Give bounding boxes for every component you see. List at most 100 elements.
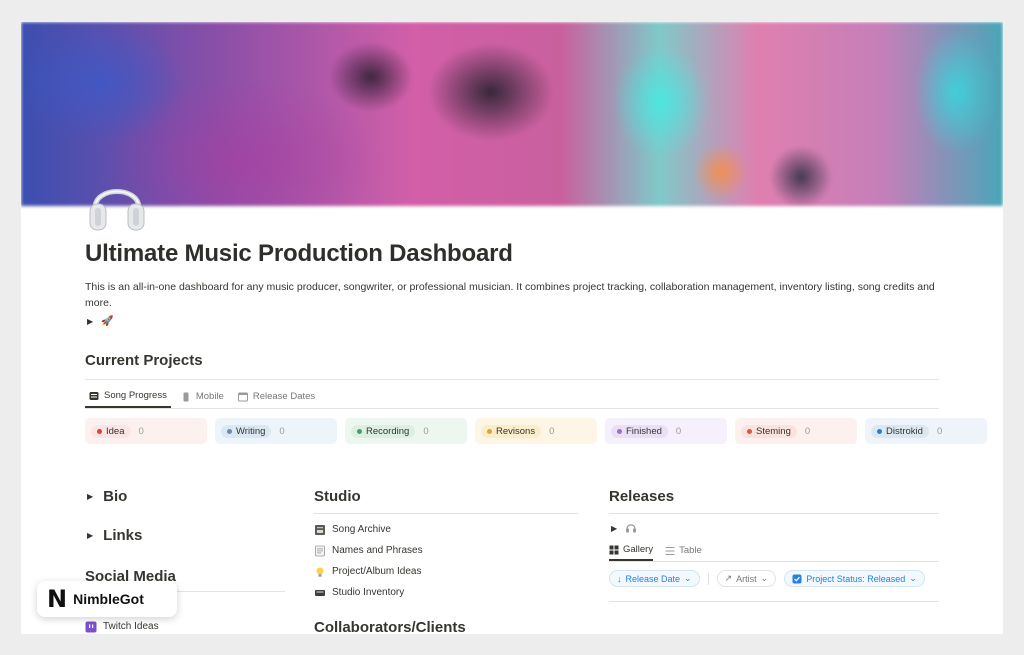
list-item-studio-inventory[interactable]: Studio Inventory bbox=[314, 582, 578, 603]
toggle-triangle-icon[interactable]: ▶ bbox=[611, 524, 617, 533]
cover-image[interactable] bbox=[21, 22, 1003, 206]
tab-song-progress[interactable]: Song Progress bbox=[85, 390, 171, 408]
rocket-toggle[interactable]: ▶ 🚀 bbox=[87, 316, 114, 327]
archive-icon bbox=[315, 524, 325, 535]
column-count: 0 bbox=[936, 425, 943, 437]
filter-release-date[interactable]: ↓ Release Date ⌄ bbox=[609, 570, 700, 587]
studio-section: Studio Song Archive Names and Phrases Pr… bbox=[314, 488, 578, 634]
arrow-icon: ↗ bbox=[724, 573, 733, 583]
releases-section: Releases ▶ Gallery Table ↓ Release Date … bbox=[609, 488, 939, 602]
tab-release-dates[interactable]: Release Dates bbox=[234, 390, 319, 408]
status-label: Recording bbox=[366, 425, 410, 437]
item-label: Studio Inventory bbox=[332, 587, 405, 598]
phone-icon bbox=[183, 392, 189, 401]
status-badge[interactable]: Revisons bbox=[481, 424, 542, 438]
status-label: Idea bbox=[106, 425, 125, 437]
item-label: Names and Phrases bbox=[332, 545, 423, 556]
board-column[interactable]: Revisons 0 bbox=[475, 418, 597, 444]
column-count: 0 bbox=[804, 425, 811, 437]
filter-label: Release Date bbox=[625, 573, 681, 584]
nimblegot-logo: N bbox=[47, 585, 68, 613]
status-badge[interactable]: Recording bbox=[351, 424, 416, 438]
status-badge[interactable]: Writing bbox=[221, 424, 272, 438]
releases-tabs: Gallery Table bbox=[609, 544, 939, 561]
tab-mobile[interactable]: Mobile bbox=[177, 390, 228, 408]
page-title[interactable]: Ultimate Music Production Dashboard bbox=[85, 240, 513, 268]
studio-heading[interactable]: Studio bbox=[314, 488, 578, 505]
releases-heading[interactable]: Releases bbox=[609, 488, 939, 505]
current-projects-heading[interactable]: Current Projects bbox=[85, 352, 203, 369]
links-label: Links bbox=[103, 527, 143, 544]
divider bbox=[609, 513, 939, 514]
watermark-badge: N NimbleGot bbox=[37, 581, 177, 617]
board-column[interactable]: Steming 0 bbox=[735, 418, 857, 444]
board-column[interactable]: Recording 0 bbox=[345, 418, 467, 444]
gallery-icon bbox=[609, 545, 619, 554]
status-dot-icon bbox=[747, 428, 752, 434]
status-label: Steming bbox=[756, 425, 791, 437]
chevron-down-icon: ⌄ bbox=[684, 573, 692, 583]
status-badge[interactable]: Steming bbox=[741, 424, 797, 438]
page-description[interactable]: This is an all-in-one dashboard for any … bbox=[85, 279, 945, 311]
toggle-triangle-icon[interactable]: ▶ bbox=[87, 492, 93, 501]
tab-label: Mobile bbox=[195, 391, 224, 402]
status-label: Writing bbox=[236, 425, 266, 437]
status-label: Finished bbox=[626, 425, 662, 437]
table-icon bbox=[665, 546, 675, 555]
chevron-down-icon: ⌄ bbox=[909, 573, 917, 583]
item-label: Song Archive bbox=[332, 524, 391, 535]
list-item-song-archive[interactable]: Song Archive bbox=[314, 519, 578, 540]
list-item-project-album-ideas[interactable]: Project/Album Ideas bbox=[314, 561, 578, 582]
board-column[interactable]: Distrokid 0 bbox=[865, 418, 987, 444]
filter-bar: ↓ Release Date ⌄ ↗ Artist ⌄ Project Stat… bbox=[609, 570, 939, 587]
arrow-down-icon: ↓ bbox=[617, 573, 622, 584]
list-item-names-and-phrases[interactable]: Names and Phrases bbox=[314, 540, 578, 561]
toggle-triangle-icon[interactable]: ▶ bbox=[87, 531, 93, 540]
bio-toggle[interactable]: ▶ Bio bbox=[87, 488, 142, 505]
tab-gallery[interactable]: Gallery bbox=[609, 544, 654, 561]
divider bbox=[609, 561, 939, 562]
headphones-icon[interactable] bbox=[87, 172, 147, 234]
status-badge[interactable]: Idea bbox=[91, 424, 131, 438]
left-column: ▶ Bio ▶ Links bbox=[87, 488, 142, 544]
status-dot-icon bbox=[877, 428, 882, 434]
item-label: Twitch Ideas bbox=[103, 621, 159, 632]
rocket-icon: 🚀 bbox=[101, 316, 114, 327]
column-count: 0 bbox=[423, 425, 429, 437]
board-column[interactable]: Idea 0 bbox=[85, 418, 207, 444]
status-dot-icon bbox=[617, 428, 622, 434]
filter-label: Project Status: Released bbox=[806, 573, 906, 584]
tab-label: Release Dates bbox=[252, 391, 316, 402]
page-frame: Ultimate Music Production Dashboard This… bbox=[21, 22, 1003, 634]
view-tabs: Song Progress Mobile Release Dates bbox=[85, 390, 319, 408]
tab-label: Table bbox=[679, 545, 702, 556]
filter-artist[interactable]: ↗ Artist ⌄ bbox=[716, 570, 777, 587]
column-count: 0 bbox=[675, 425, 682, 437]
status-icon bbox=[792, 574, 802, 583]
status-label: Revisons bbox=[496, 425, 536, 437]
column-count: 0 bbox=[138, 425, 144, 437]
notepad-icon bbox=[315, 545, 325, 556]
chevron-down-icon: ⌄ bbox=[760, 573, 769, 583]
filter-project-status[interactable]: Project Status: Released ⌄ bbox=[784, 570, 925, 587]
toggle-triangle-icon[interactable]: ▶ bbox=[87, 317, 93, 326]
watermark-text: NimbleGot bbox=[73, 591, 144, 607]
kanban-board: Idea 0 Writing 0 Recording 0 Revisons 0 Finished… bbox=[85, 418, 987, 444]
collaborators-heading[interactable]: Collaborators/Clients bbox=[314, 619, 578, 634]
status-badge[interactable]: Finished bbox=[611, 424, 668, 438]
board-column[interactable]: Writing 0 bbox=[215, 418, 337, 444]
tab-label: Song Progress bbox=[104, 390, 167, 401]
board-column[interactable]: Finished 0 bbox=[605, 418, 727, 444]
releases-toggle[interactable]: ▶ bbox=[611, 522, 939, 534]
list-item-twitch-ideas[interactable]: Twitch Ideas bbox=[85, 616, 285, 634]
divider bbox=[85, 379, 939, 380]
lightbulb-icon bbox=[316, 567, 324, 577]
tab-table[interactable]: Table bbox=[665, 544, 702, 561]
divider bbox=[314, 513, 578, 514]
headphones-icon bbox=[626, 524, 637, 533]
twitch-icon bbox=[85, 621, 97, 632]
links-toggle[interactable]: ▶ Links bbox=[87, 527, 142, 544]
status-badge[interactable]: Distrokid bbox=[871, 424, 929, 438]
divider bbox=[707, 572, 709, 585]
divider bbox=[85, 408, 939, 409]
